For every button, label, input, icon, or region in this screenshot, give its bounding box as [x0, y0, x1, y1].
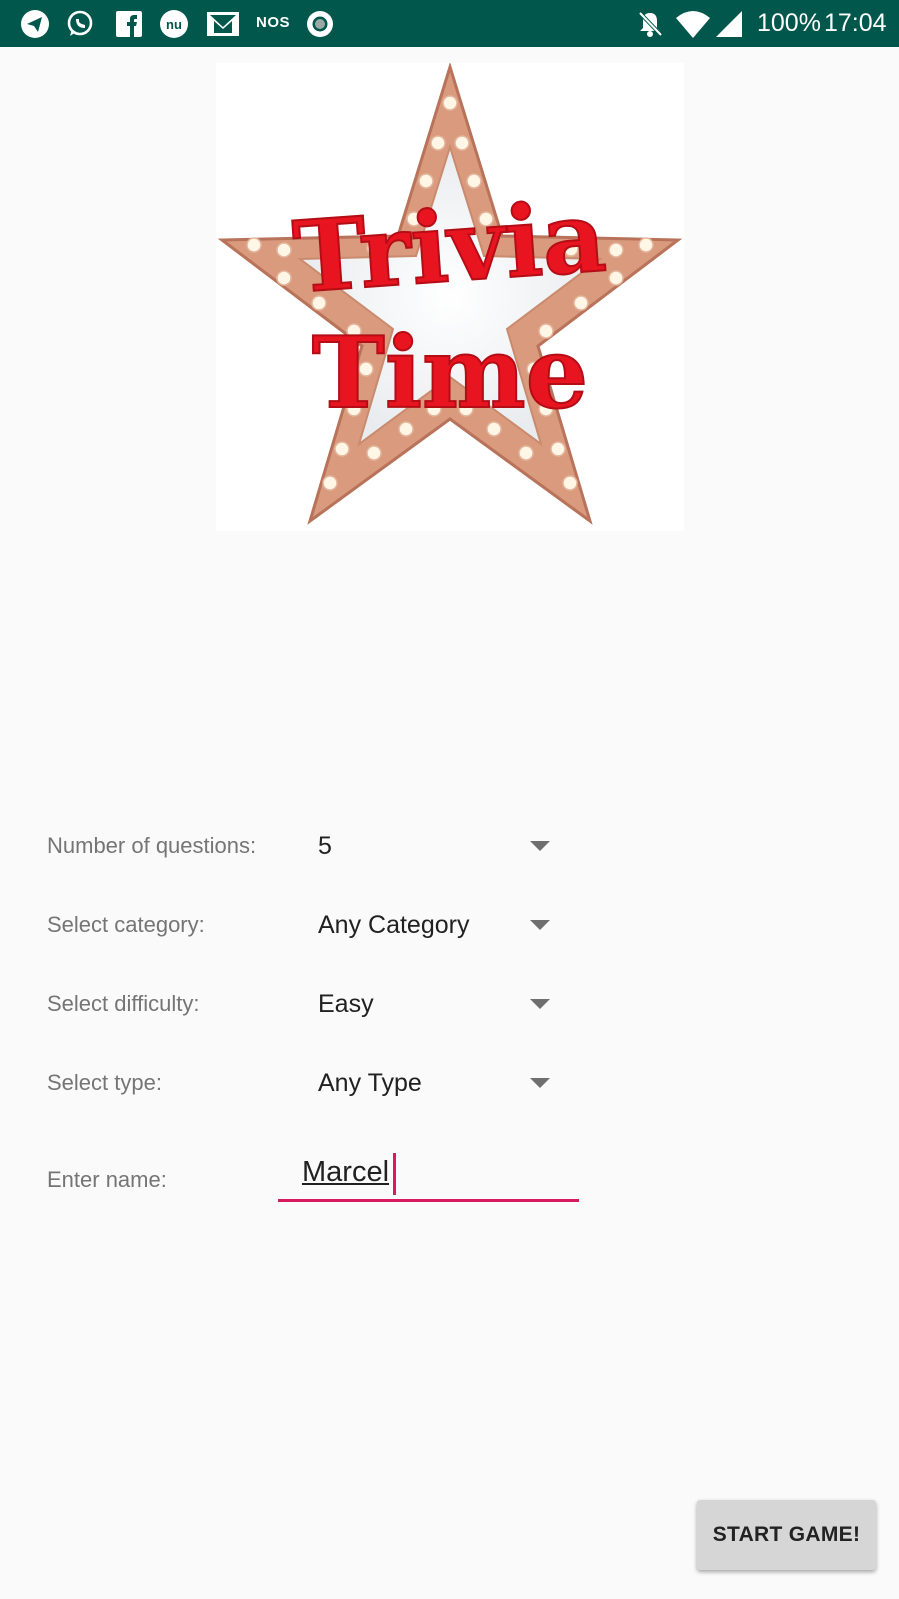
difficulty-label: Select difficulty:	[47, 991, 200, 1016]
type-value: Any Type	[318, 1069, 422, 1097]
gmail-icon	[206, 9, 240, 39]
category-label: Select category:	[47, 912, 205, 937]
clock: 17:04	[824, 9, 887, 37]
name-field-underline	[278, 1199, 579, 1202]
trivia-time-logo: Trivia Time	[216, 61, 684, 531]
dropdown-arrow-icon	[530, 999, 550, 1009]
logo-title-line1: Trivia	[290, 179, 610, 316]
signal-icon	[714, 9, 744, 39]
type-spinner[interactable]: Any Type	[300, 1053, 562, 1113]
notifications-off-icon	[636, 9, 664, 39]
questions-label: Number of questions:	[47, 833, 257, 858]
whatsapp-icon	[64, 9, 96, 39]
type-row: Select type: Any Type	[0, 1053, 899, 1113]
difficulty-row: Select difficulty: Easy	[0, 974, 899, 1034]
name-label: Enter name:	[47, 1167, 167, 1192]
category-spinner[interactable]: Any Category	[300, 895, 562, 955]
category-row: Select category: Any Category	[0, 895, 899, 955]
record-icon	[305, 9, 335, 39]
dropdown-arrow-icon	[530, 920, 550, 930]
name-input[interactable]	[278, 1145, 579, 1199]
facebook-icon	[115, 9, 143, 39]
svg-text:nu: nu	[166, 17, 182, 32]
questions-spinner[interactable]: 5	[300, 816, 562, 876]
name-field[interactable]	[278, 1145, 579, 1203]
text-cursor	[393, 1153, 396, 1195]
questions-value: 5	[318, 832, 332, 860]
status-bar: nu NOS 100% 17:04	[0, 0, 899, 47]
start-game-button[interactable]: START GAME!	[697, 1500, 876, 1570]
type-label: Select type:	[47, 1070, 162, 1095]
nu-icon: nu	[158, 9, 190, 39]
difficulty-value: Easy	[318, 990, 374, 1018]
dropdown-arrow-icon	[530, 841, 550, 851]
battery-level: 100%	[757, 9, 821, 37]
category-value: Any Category	[318, 911, 470, 939]
logo-graphic: Trivia Time	[217, 61, 683, 525]
questions-row: Number of questions: 5	[0, 816, 899, 876]
dropdown-arrow-icon	[530, 1078, 550, 1088]
telegram-icon	[19, 9, 51, 39]
logo-title-line2: Time	[312, 316, 588, 431]
wifi-icon	[675, 9, 711, 39]
difficulty-spinner[interactable]: Easy	[300, 974, 562, 1034]
nos-label: NOS	[256, 14, 291, 31]
